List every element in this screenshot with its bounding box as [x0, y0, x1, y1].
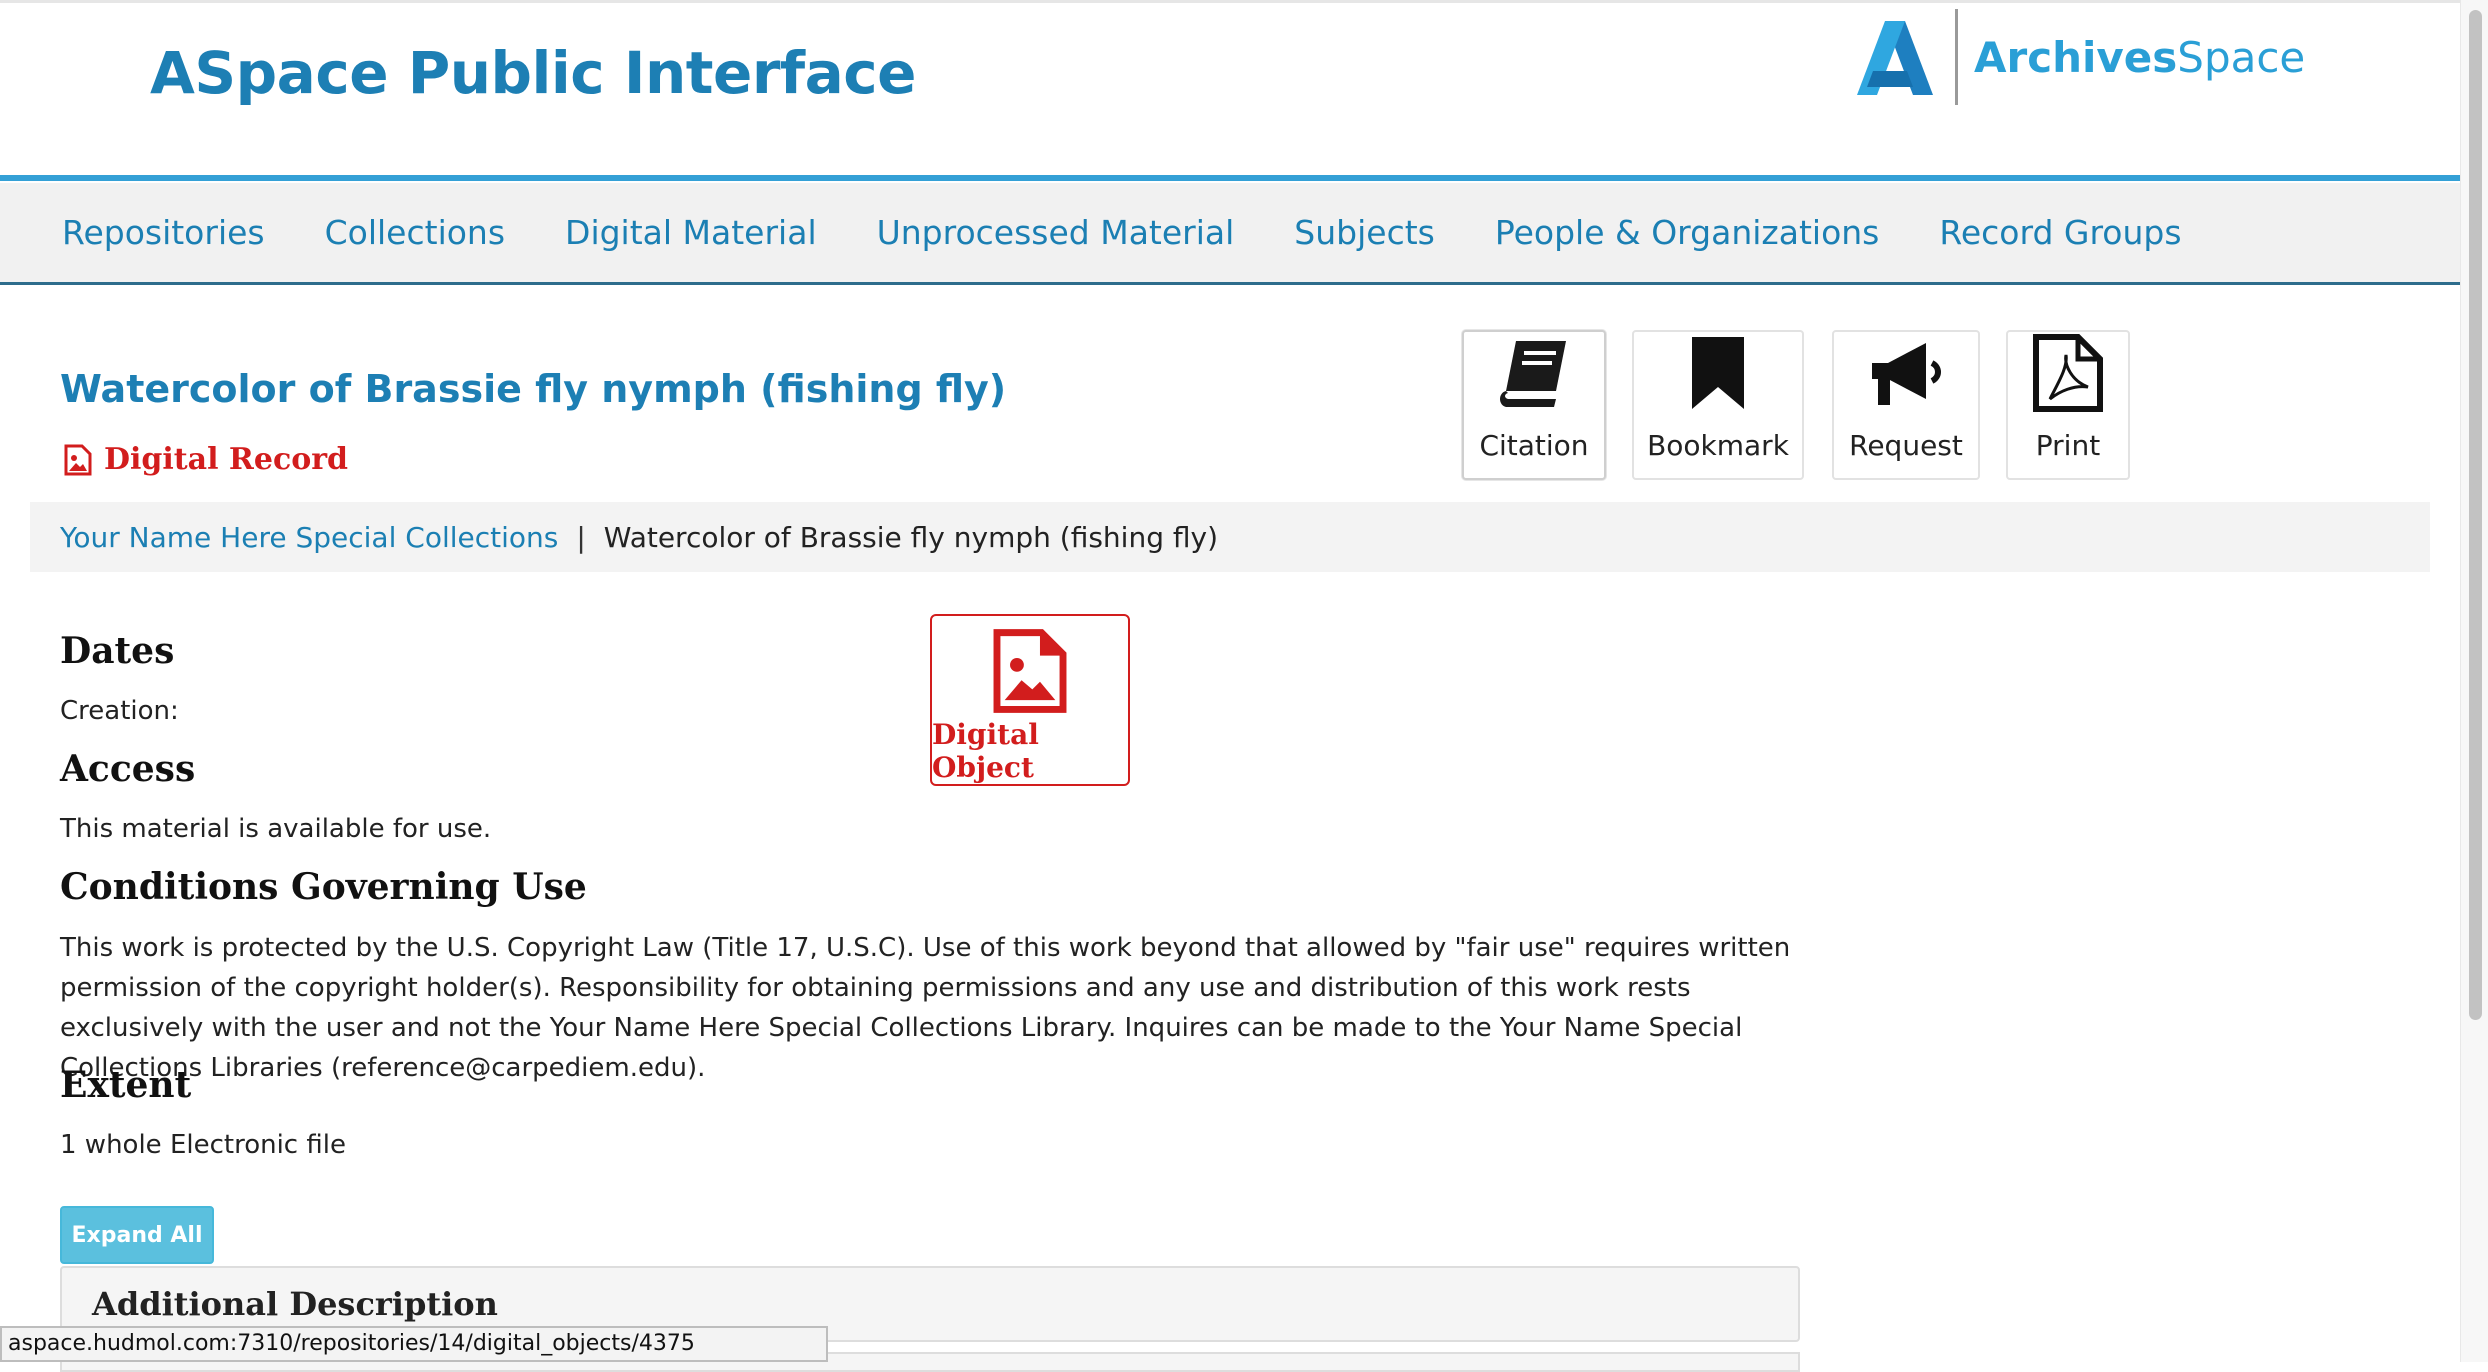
digital-object-label: Digital Object [932, 718, 1039, 784]
conditions-use-text: This work is protected by the U.S. Copyr… [60, 933, 1791, 1083]
book-icon [1500, 341, 1566, 407]
page-scrollbar[interactable] [2460, 0, 2488, 1362]
header-rule [0, 175, 2460, 181]
record-type-label: Digital Record [104, 442, 348, 477]
print-label: Print [2035, 429, 2101, 462]
megaphone-icon [1872, 343, 1941, 405]
citation-button[interactable]: Citation [1462, 330, 1606, 480]
archivesspace-brand[interactable]: ArchivesSpace [1855, 9, 2305, 105]
request-label: Request [1849, 429, 1963, 462]
dates-heading: Dates [60, 630, 175, 672]
nav-repositories[interactable]: Repositories [62, 213, 265, 252]
breadcrumb-repository-link[interactable]: Your Name Here Special Collections [60, 521, 558, 554]
extent-heading: Extent [60, 1064, 192, 1106]
nav-subjects[interactable]: Subjects [1294, 213, 1435, 252]
file-image-icon [64, 444, 92, 475]
record-type-badge: Digital Record [64, 442, 348, 477]
nav-people-organizations[interactable]: People & Organizations [1495, 213, 1880, 252]
expand-all-button[interactable]: Expand All [60, 1206, 214, 1264]
dates-creation: Creation: [60, 696, 179, 726]
extent-text: 1 whole Electronic file [60, 1130, 346, 1160]
additional-description-title: Additional Description [92, 1285, 498, 1323]
breadcrumb: Your Name Here Special Collections | Wat… [30, 502, 2430, 572]
archivesspace-logo-icon [1857, 21, 1933, 95]
request-button[interactable]: Request [1832, 330, 1980, 480]
breadcrumb-separator: | [576, 520, 586, 554]
record-title: Watercolor of Brassie fly nymph (fishing… [60, 367, 1007, 411]
status-bar-url: aspace.hudmol.com:7310/repositories/14/d… [0, 1326, 828, 1362]
bookmark-button[interactable]: Bookmark [1632, 330, 1804, 480]
breadcrumb-current: Watercolor of Brassie fly nymph (fishing… [603, 520, 1218, 554]
nav-collections[interactable]: Collections [325, 213, 505, 252]
nav-digital-material[interactable]: Digital Material [565, 213, 817, 252]
bookmark-label: Bookmark [1647, 429, 1789, 462]
citation-label: Citation [1479, 429, 1589, 462]
main-nav: Repositories Collections Digital Materia… [0, 183, 2460, 285]
site-header: ASpace Public Interface ArchivesSpace [0, 0, 2460, 181]
brand-wordmark: ArchivesSpace [1974, 32, 2306, 82]
brand-divider [1955, 9, 1958, 105]
file-pdf-icon [2033, 334, 2103, 412]
access-text: This material is available for use. [60, 814, 492, 844]
digital-object-link[interactable]: Digital Object [930, 614, 1130, 786]
site-title[interactable]: ASpace Public Interface [150, 39, 917, 107]
conditions-use-heading: Conditions Governing Use [60, 866, 587, 908]
bookmark-icon [1692, 337, 1744, 409]
nav-unprocessed-material[interactable]: Unprocessed Material [877, 213, 1235, 252]
file-image-icon [993, 629, 1067, 713]
nav-record-groups[interactable]: Record Groups [1939, 213, 2181, 252]
print-button[interactable]: Print [2006, 330, 2130, 480]
scrollbar-thumb[interactable] [2469, 10, 2482, 1020]
access-heading: Access [60, 748, 196, 790]
